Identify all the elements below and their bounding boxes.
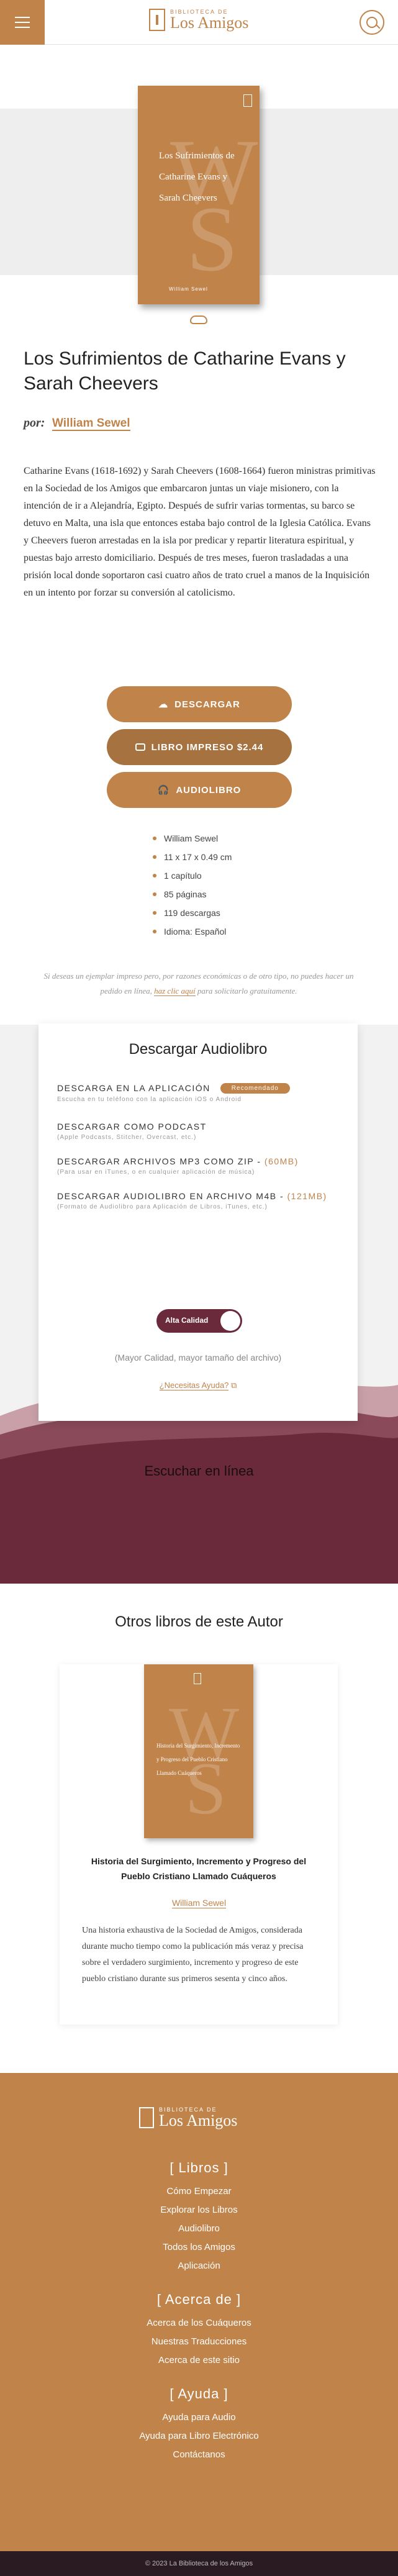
logo-icon [139,2107,154,2128]
other-books-heading: Otros libros de este Autor [115,1613,283,1630]
footer-logo[interactable]: BIBLIOTECA DE Los Amigos [139,2107,237,2129]
app-download-option[interactable]: DESCARGA EN LA APLICACIÓN Recomendado Esc… [57,1083,343,1103]
site-header: BIBLIOTECA DE Los Amigos [0,0,398,45]
footer-link-app[interactable]: Aplicación [0,2261,398,2271]
menu-icon-bar [15,27,30,28]
cover-title: Los Sufrimientos de Catharine Evans y Sa… [159,151,235,203]
audiobook-button[interactable]: 🎧 AUDIOLIBRO [107,772,292,808]
detail-item: 1 capítulo [153,866,232,885]
rotate-cover-icon[interactable] [190,315,207,324]
author-link[interactable]: William Sewel [52,417,130,431]
logo-big-text: Los Amigos [170,14,249,32]
footer-link-translations[interactable]: Nuestras Traducciones [0,2336,398,2347]
footer-link-all-friends[interactable]: Todos los Amigos [0,2242,398,2252]
other-book-title[interactable]: Historia del Surgimiento, Incremento y P… [81,1854,317,1884]
print-book-button[interactable]: LIBRO IMPRESO $2.44 [107,729,292,765]
quality-note: (Mayor Calidad, mayor tamaño del archivo… [114,1353,282,1363]
menu-button[interactable] [0,0,45,45]
podcast-download-option[interactable]: DESCARGAR COMO PODCAST (Apple Podcasts, … [57,1122,343,1141]
author-row: por: William Sewel [24,416,130,431]
other-cover-title: Historia del Surgimiento, Incremento y P… [156,1743,240,1776]
cloud-icon: ☁ [158,699,169,710]
audio-download-card: Descargar Audiolibro DESCARGA EN LA APLI… [38,1023,358,1421]
cover-logo-icon [243,94,252,107]
site-logo[interactable]: BIBLIOTECA DE Los Amigos [149,9,248,31]
footer-help-heading: [ Ayuda ] [170,2386,228,2401]
help-link[interactable]: ¿Necesitas Ayuda? ⧉ [38,1381,358,1390]
audio-heading: Descargar Audiolibro [129,1041,268,1058]
book-details-list: William Sewel 11 x 17 x 0.49 cm 1 capítu… [153,829,232,941]
other-book-cover[interactable]: W S Historia del Surgimiento, Incremento… [144,1664,253,1838]
copyright: © 2023 La Biblioteca de los Amigos [0,2551,398,2576]
footer-link-getting-started[interactable]: Cómo Empezar [0,2186,398,2197]
book-description: Catharine Evans (1618-1692) y Sarah Chee… [24,466,376,598]
footer-link-about-quakers[interactable]: Acerca de los Cuáqueros [0,2318,398,2328]
book-title: Los Sufrimientos de Catharine Evans y Sa… [24,348,346,394]
footer-link-audiobook[interactable]: Audiolibro [0,2223,398,2234]
recommended-badge: Recomendado [220,1083,290,1094]
detail-item: William Sewel [153,829,232,848]
book-cover: W S Los Sufrimientos de Catharine Evans … [138,86,260,304]
footer-link-audio-help[interactable]: Ayuda para Audio [0,2412,398,2423]
other-book-author[interactable]: William Sewel [0,1898,398,1908]
detail-item: Idioma: Español [153,922,232,941]
footer-link-ebook-help[interactable]: Ayuda para Libro Electrónico [0,2431,398,2441]
footer-link-contact[interactable]: Contáctanos [0,2449,398,2460]
footer-books-heading: [ Libros ] [170,2160,228,2175]
search-button[interactable] [360,10,384,35]
by-label: por: [24,416,45,430]
footer-link-explore[interactable]: Explorar los Libros [0,2205,398,2215]
m4b-download-option[interactable]: DESCARGAR AUDIOLIBRO EN ARCHIVO M4B - (1… [57,1191,343,1210]
other-book-description: Una historia exhaustiva de la Sociedad d… [82,1926,304,1984]
footer-about-heading: [ Acerca de ] [156,2292,242,2307]
site-footer: BIBLIOTECA DE Los Amigos [ Libros ] Cómo… [0,2073,398,2576]
cover-author: William Sewel [169,286,208,292]
logo-icon [149,9,165,31]
menu-icon-bar [15,17,30,18]
external-link-icon: ⧉ [231,1381,237,1390]
detail-item: 11 x 17 x 0.49 cm [153,848,232,866]
quality-toggle[interactable]: Alta Calidad [156,1309,242,1333]
footer-link-about-site[interactable]: Acerca de este sitio [0,2355,398,2365]
free-copy-note: Si deseas un ejemplar impreso pero, por … [43,971,354,996]
book-icon [135,743,145,751]
detail-item: 119 descargas [153,904,232,922]
listen-online-heading[interactable]: Escuchar en línea [0,1463,398,1479]
toggle-knob [220,1311,240,1331]
free-copy-link[interactable]: haz clic aquí [154,986,196,996]
cover-logo-icon [194,1673,201,1684]
menu-icon-bar [15,22,30,23]
download-button[interactable]: ☁ DESCARGAR [107,686,292,722]
mp3-zip-download-option[interactable]: DESCARGAR ARCHIVOS MP3 COMO ZIP - (60MB)… [57,1156,343,1176]
headphones-icon: 🎧 [157,785,170,796]
detail-item: 85 páginas [153,885,232,904]
